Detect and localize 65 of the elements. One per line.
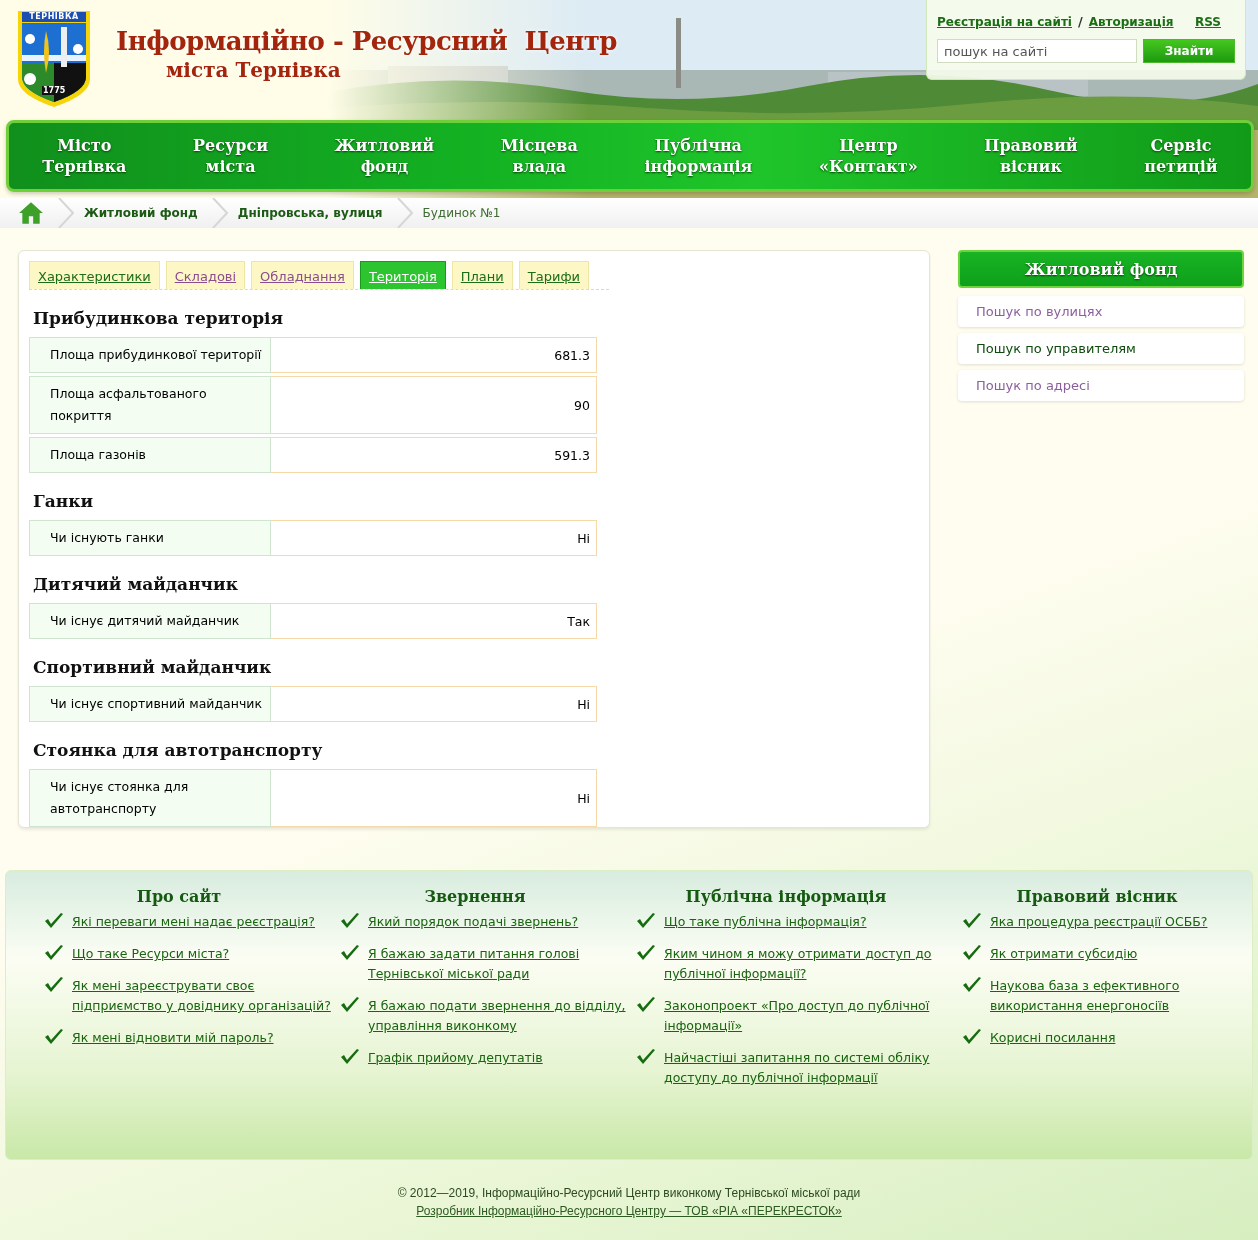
footer-link[interactable]: Що таке публічна інформація? [664, 912, 867, 932]
tab[interactable]: Характеристики [29, 261, 160, 289]
footer-link[interactable]: Я бажаю задати питання голові Тернівської міської ради [368, 944, 630, 984]
footer-link[interactable]: Найчастіші запитання по системі обліку доступу до публічної інформації [664, 1048, 956, 1088]
table-cell: Чи існує спортивний майданчик [29, 686, 271, 722]
table-cell: Ні [271, 769, 597, 827]
section-heading: Прибудинкова територія [33, 308, 285, 328]
copyright-text: © 2012—2019, Інформаційно-Ресурсний Центр виконкому Тернівської міської ради [397, 1186, 861, 1200]
table-cell: 591.3 [271, 437, 597, 473]
table-cell: 90 [271, 376, 597, 434]
footer-link[interactable]: Як мені зареєструвати своє підприємство у довіднику організацій? [72, 976, 334, 1016]
footer-link[interactable]: Корисні посилання [990, 1028, 1116, 1048]
table-cell: Чи існує дитячий майданчик [29, 603, 271, 639]
footer-link[interactable]: Наукова база з ефективного використання енергоносіїв [990, 976, 1252, 1016]
footer-link[interactable]: Що таке Ресурси міста? [72, 944, 230, 964]
sidebar-link[interactable]: Пошук по вулицях [958, 296, 1244, 327]
nav-link[interactable]: Місто Тернівка [42, 135, 127, 177]
search-field[interactable]: пошук на сайті [937, 39, 1138, 63]
breadcrumb-link[interactable]: Житловий фонд [84, 206, 198, 220]
table-cell: Площа прибудинкової території [29, 337, 271, 373]
footer-link[interactable]: Який порядок подачі звернень? [368, 912, 579, 932]
login-link[interactable]: Авторизація [1088, 14, 1174, 29]
table-cell: Ні [271, 686, 597, 722]
developer-link[interactable]: Розробник Інформаційно-Ресурсного Центру — ТОВ «РІА «ПЕРЕКРЕСТОК» [416, 1204, 842, 1218]
footer-link[interactable]: Яка процедура реєстрації ОСББ? [990, 912, 1208, 932]
table-cell: Ні [271, 520, 597, 556]
table-cell: Чи існують ганки [29, 520, 271, 556]
nav-link[interactable]: Сервіс петицій [1144, 135, 1218, 177]
table-cell: 681.3 [271, 337, 597, 373]
section-heading: Дитячий майданчик [33, 574, 239, 594]
table-cell: Чи існує стоянка для автотранспорту [29, 769, 271, 827]
rss-link[interactable]: RSS [1195, 14, 1221, 29]
breadcrumb-link[interactable]: Дніпровська, вулиця [237, 206, 383, 220]
section-heading: Ганки [33, 491, 95, 511]
footer-link[interactable]: Яким чином я можу отримати доступ до публічної інформації? [664, 944, 956, 984]
tab[interactable]: Тарифи [518, 261, 589, 289]
register-link[interactable]: Реєстрація на сайті [937, 14, 1072, 29]
table-cell: Площа асфальтованого покриття [29, 376, 271, 434]
table-cell: Площа газонів [29, 437, 271, 473]
footer-heading: Правовий вісник [1015, 887, 1179, 906]
footer-link[interactable]: Як отримати субсидію [990, 944, 1138, 964]
breadcrumb-current: Будинок №1 [422, 206, 501, 220]
site-subtitle: міста Тернівка [166, 58, 342, 82]
footer-link[interactable]: Законопроект «Про доступ до публічної інформації» [664, 996, 956, 1036]
footer-link[interactable]: Я бажаю подати звернення до відділу, управління виконкому [368, 996, 630, 1036]
sidebar-link[interactable]: Пошук по адресі [958, 370, 1244, 401]
footer-heading: Публічна інформація [684, 887, 888, 906]
tab[interactable]: Плани [451, 261, 513, 289]
table-cell: Так [271, 603, 597, 639]
tab[interactable]: Обладнання [251, 261, 354, 289]
footer-heading: Звернення [423, 887, 527, 906]
footer-link[interactable]: Як мені відновити мій пароль? [72, 1028, 274, 1048]
section-heading: Спортивний майданчик [33, 657, 273, 677]
nav-link[interactable]: Ресурси міста [193, 135, 268, 177]
footer-heading: Про сайт [135, 887, 223, 906]
logo-year: 1775 [42, 86, 67, 95]
tab[interactable]: Складові [165, 261, 246, 289]
separator: / [1077, 14, 1083, 29]
section-heading: Стоянка для автотранспорту [33, 740, 324, 760]
footer-link[interactable]: Які переваги мені надає реєстрація? [72, 912, 315, 932]
sidebar-title: Житловий фонд [958, 250, 1244, 288]
footer-link[interactable]: Графік прийому депутатів [368, 1048, 543, 1068]
sidebar-link[interactable]: Пошук по управителям [958, 333, 1244, 364]
site-title: Інформаційно - Ресурсний Центр [116, 26, 617, 56]
logo-caption: ТЕРНІВКА [28, 12, 80, 21]
